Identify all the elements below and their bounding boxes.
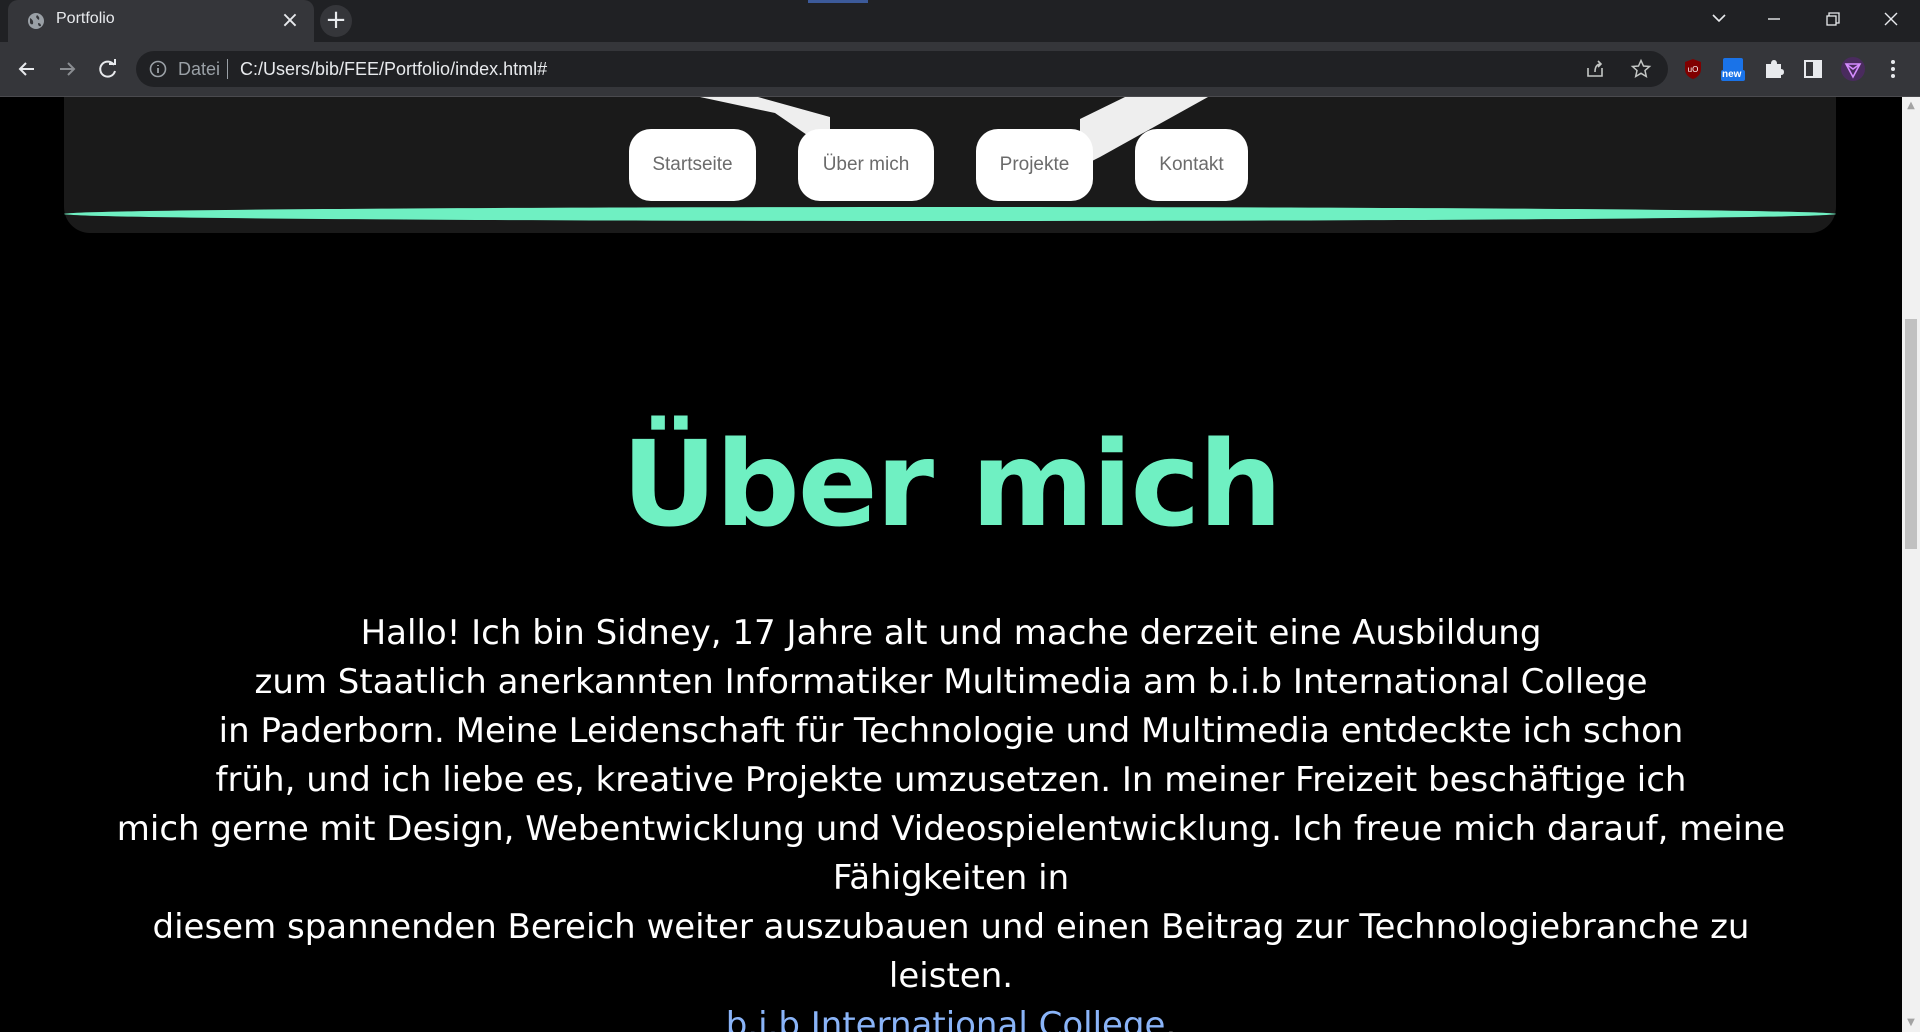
page-heading: Über mich — [621, 415, 1283, 553]
url-text[interactable]: C:/Users/bib/FEE/Portfolio/index.html# — [240, 59, 547, 80]
about-line: in Paderborn. Meine Leidenschaft für Tec… — [218, 711, 1684, 751]
about-line: diesem spannenden Bereich weiter auszuba… — [152, 907, 1750, 996]
scroll-up-arrow-icon[interactable]: ▲ — [1902, 97, 1920, 115]
nav-ueber-mich-button[interactable]: Über mich — [798, 129, 934, 201]
window-drag-indicator — [808, 0, 868, 3]
about-line: Hallo! Ich bin Sidney, 17 Jahre alt und … — [360, 613, 1542, 653]
puzzle-extensions-icon[interactable] — [1761, 56, 1787, 82]
about-link-line: b.i.b International College. — [100, 1001, 1802, 1032]
address-bar[interactable]: Datei C:/Users/bib/FEE/Portfolio/index.h… — [136, 51, 1668, 87]
forward-arrow-icon[interactable] — [54, 56, 80, 82]
page-viewport: Startseite Über mich Projekte Kontakt Üb… — [0, 97, 1902, 1032]
nav-kontakt-button[interactable]: Kontakt — [1135, 129, 1248, 201]
about-line: mich gerne mit Design, Webentwicklung un… — [116, 809, 1786, 898]
restore-icon — [1826, 12, 1840, 26]
tab-title: Portfolio — [56, 10, 115, 27]
about-line: früh, und ich liebe es, kreative Projekt… — [215, 760, 1687, 800]
chevron-down-icon — [1712, 14, 1726, 23]
more-menu-icon[interactable] — [1880, 56, 1906, 82]
address-divider — [227, 59, 228, 79]
globe-icon — [28, 13, 44, 29]
browser-toolbar: Datei C:/Users/bib/FEE/Portfolio/index.h… — [0, 42, 1920, 97]
bookmark-star-icon[interactable] — [1630, 58, 1652, 80]
minimize-button[interactable] — [1745, 0, 1803, 38]
svg-text:uO: uO — [1688, 65, 1699, 74]
tab-search-button[interactable] — [1690, 0, 1748, 38]
info-icon[interactable] — [148, 59, 168, 79]
browser-tab-strip: Portfolio × + — [0, 0, 1920, 42]
about-line: zum Staatlich anerkannten Informatiker M… — [254, 662, 1648, 702]
back-arrow-icon[interactable] — [14, 56, 40, 82]
restore-button[interactable] — [1803, 0, 1861, 38]
extension-badge-text: new — [1722, 69, 1742, 80]
reload-icon[interactable] — [95, 56, 121, 82]
nav-startseite-button[interactable]: Startseite — [629, 129, 756, 201]
scroll-down-arrow-icon[interactable]: ▼ — [1902, 1014, 1920, 1032]
browser-tab[interactable]: Portfolio × — [8, 0, 314, 42]
close-window-button[interactable] — [1862, 0, 1920, 38]
nav-projekte-button[interactable]: Projekte — [976, 129, 1093, 201]
new-extension-icon[interactable]: new — [1720, 56, 1746, 82]
new-tab-button[interactable]: + — [320, 5, 352, 37]
about-text: Hallo! Ich bin Sidney, 17 Jahre alt und … — [100, 609, 1802, 1032]
minimize-icon — [1768, 18, 1780, 20]
scheme-label: Datei — [178, 59, 221, 79]
college-link[interactable]: b.i.b International College — [726, 1005, 1166, 1032]
side-panel-icon[interactable] — [1800, 56, 1826, 82]
scrollbar-thumb[interactable] — [1905, 319, 1917, 549]
link-suffix: . — [1165, 1005, 1177, 1032]
share-icon[interactable] — [1584, 58, 1606, 80]
profile-avatar-icon[interactable] — [1840, 56, 1866, 82]
nav-accent-line — [64, 207, 1836, 221]
close-icon — [1884, 12, 1898, 26]
close-tab-icon[interactable]: × — [278, 9, 302, 33]
page-scrollbar[interactable]: ▲ ▼ — [1902, 97, 1920, 1032]
ublock-extension-icon[interactable]: uO — [1680, 56, 1706, 82]
